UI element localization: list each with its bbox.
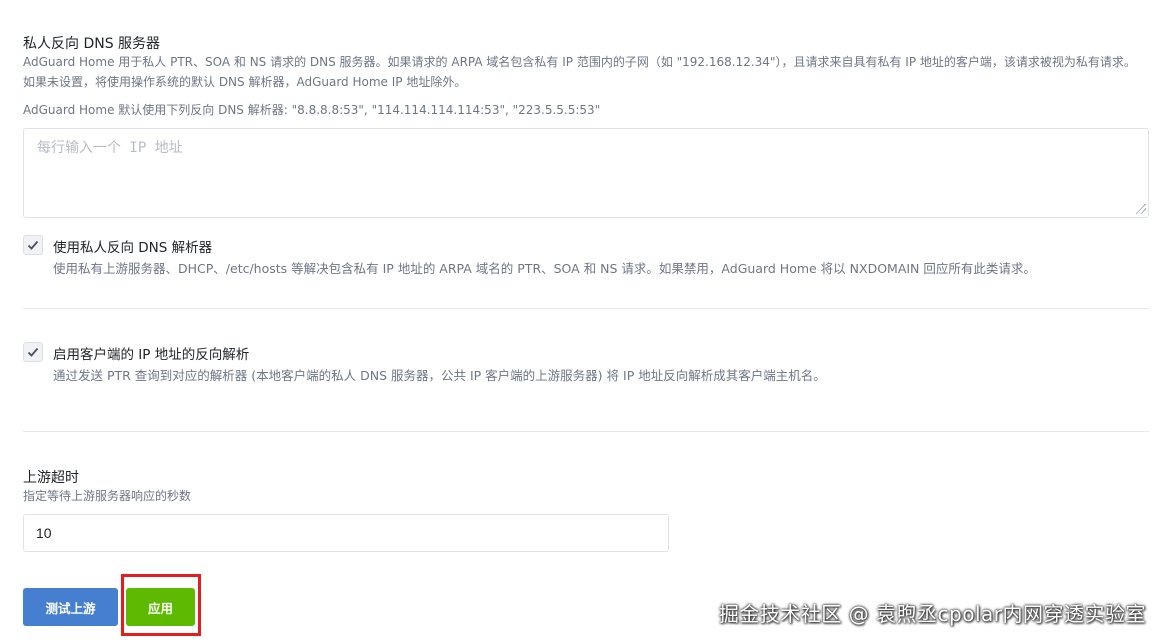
checkmark-icon [27, 240, 39, 250]
upstream-timeout-description: 指定等待上游服务器响应的秒数 [23, 489, 192, 503]
client-rdns-description: 通过发送 PTR 查询到对应的解析器 (本地客户端的私人 DNS 服务器，公共 … [53, 368, 826, 383]
use-private-resolvers-checkbox[interactable] [23, 235, 43, 255]
default-resolvers-text: AdGuard Home 默认使用下列反向 DNS 解析器: "8.8.8.8:… [23, 103, 601, 117]
upstream-timeout-input[interactable] [23, 514, 669, 552]
watermark: 掘金技术社区 @ 袁煦丞cpolar内网穿透实验室 [718, 602, 1146, 626]
section-divider [23, 431, 1149, 432]
use-private-resolvers-description: 使用私有上游服务器、DHCP、/etc/hosts 等解决包含私有 IP 地址的… [53, 261, 1036, 276]
checkmark-icon [27, 347, 39, 357]
test-upstream-button[interactable]: 测试上游 [23, 588, 118, 626]
use-private-resolvers-label[interactable]: 使用私人反向 DNS 解析器 [53, 236, 212, 256]
textarea-resize-handle[interactable] [1136, 204, 1146, 214]
apply-highlight-box [121, 574, 201, 636]
private-rdns-description: AdGuard Home 用于私人 PTR、SOA 和 NS 请求的 DNS 服… [23, 55, 1136, 89]
private-rdns-title: 私人反向 DNS 服务器 [23, 36, 161, 52]
private-rdns-textarea[interactable] [23, 128, 1149, 218]
client-rdns-checkbox[interactable] [23, 342, 43, 362]
client-rdns-label[interactable]: 启用客户端的 IP 地址的反向解析 [53, 343, 249, 363]
section-divider [23, 308, 1149, 309]
upstream-timeout-title: 上游超时 [23, 470, 79, 486]
